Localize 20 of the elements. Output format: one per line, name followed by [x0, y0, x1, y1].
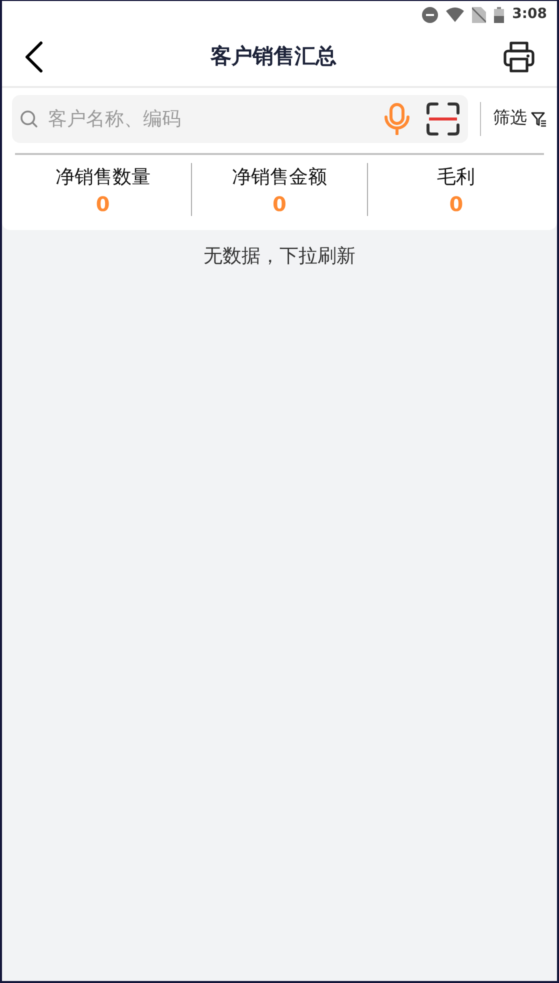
- status-time: 3:08: [512, 5, 547, 24]
- empty-message: 无数据，下拉刷新: [204, 244, 356, 268]
- no-sim-icon: [472, 6, 486, 22]
- stat-label: 净销售数量: [54, 165, 152, 190]
- search-field[interactable]: 客户名称、编码: [46, 104, 376, 134]
- page-title: 客户销售汇总: [210, 43, 336, 70]
- stat-value: 0: [272, 192, 288, 216]
- print-icon[interactable]: [503, 41, 535, 73]
- filter-button[interactable]: 筛选: [493, 106, 547, 132]
- stat-label: 毛利: [436, 165, 476, 190]
- stat-label: 净销售金额: [231, 165, 328, 190]
- stat-value: 0: [94, 192, 111, 216]
- wifi-icon: [446, 7, 464, 22]
- do-not-disturb-icon: [422, 6, 438, 22]
- search-bar[interactable]: 客户名称、编码: [12, 95, 468, 143]
- filter-icon: [531, 112, 547, 126]
- scan-icon[interactable]: [426, 102, 460, 136]
- stat-value: 0: [448, 192, 464, 216]
- back-icon[interactable]: [24, 41, 44, 73]
- battery-icon: [494, 6, 504, 22]
